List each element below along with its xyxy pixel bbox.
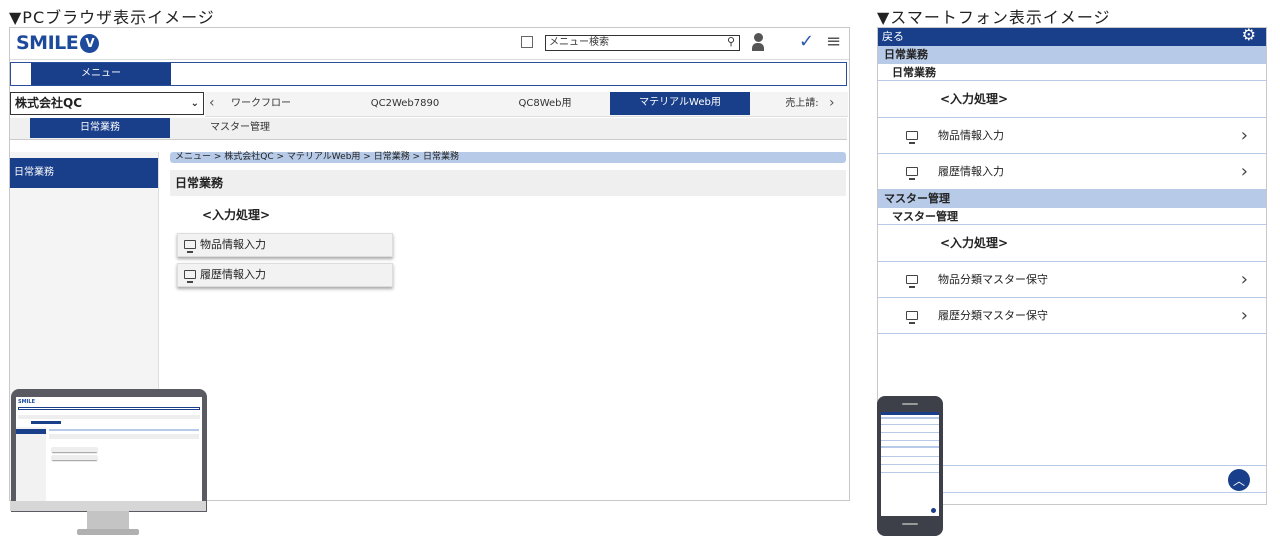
- search-icon[interactable]: ⚲: [727, 35, 735, 49]
- item-info-input-button[interactable]: 物品情報入力: [177, 233, 393, 257]
- sp-item-info-input[interactable]: 物品情報入力 ›: [878, 118, 1266, 154]
- sp-group-title: <入力処理>: [878, 225, 1266, 262]
- sp-section-daily: 日常業務 日常業務 <入力処理> 物品情報入力 › 履歴情報入力 ›: [878, 46, 1266, 190]
- chevron-right-icon: ›: [1240, 161, 1248, 182]
- menu-button[interactable]: メニュー: [31, 63, 171, 85]
- smile-logo[interactable]: SMILE V: [16, 32, 100, 54]
- sp-item-history-input[interactable]: 履歴情報入力 ›: [878, 154, 1266, 190]
- tab-bar: ‹ ワークフロー QC2Web7890 QC8Web用 マテリアルWeb用 売上…: [205, 92, 848, 117]
- monitor-icon: [184, 240, 196, 253]
- page-title: 日常業務: [170, 170, 846, 196]
- check-badge-icon[interactable]: ✓: [799, 31, 814, 52]
- pc-caption: ▼PCブラウザ表示イメージ: [9, 8, 215, 27]
- gear-icon[interactable]: ⚙: [1242, 26, 1256, 44]
- history-info-input-button[interactable]: 履歴情報入力: [177, 263, 393, 287]
- subtab-bar: 日常業務 マスター管理: [10, 118, 847, 140]
- chevron-right-icon[interactable]: ›: [829, 95, 835, 111]
- pc-header: SMILE V メニュー検索 ⚲ ✓ ≡: [10, 28, 849, 60]
- user-icon[interactable]: [752, 33, 764, 53]
- monitor-foot: [77, 529, 139, 535]
- sp-item-history-category-master[interactable]: 履歴分類マスター保守 ›: [878, 298, 1266, 334]
- tab-qc2web7890[interactable]: QC2Web7890: [355, 93, 455, 115]
- sp-group-title: <入力処理>: [878, 81, 1266, 118]
- phone-screen-thumbnail: [881, 412, 939, 516]
- menu-search-input[interactable]: メニュー検索 ⚲: [545, 35, 740, 51]
- monitor-icon: [906, 131, 918, 144]
- hamburger-menu-icon[interactable]: ≡: [826, 31, 841, 52]
- monitor-icon: [906, 275, 918, 288]
- group-title: <入力処理>: [202, 208, 271, 222]
- sp-item-item-category-master[interactable]: 物品分類マスター保守 ›: [878, 262, 1266, 298]
- layout-icon[interactable]: [521, 36, 533, 48]
- pc-browser-frame: SMILE V メニュー検索 ⚲ ✓ ≡ メニュー 株式会社QC ⌄ ‹ ワークフロー…: [9, 27, 850, 512]
- menu-bar: メニュー: [10, 62, 847, 86]
- sp-section-title: 日常業務: [878, 46, 1266, 64]
- breadcrumb: メニュー > 株式会社QC > マテリアルWeb用 > 日常業務 > 日常業務: [170, 152, 846, 163]
- scroll-top-button[interactable]: ︿: [1228, 469, 1250, 491]
- monitor-illustration: SMILE: [11, 389, 207, 512]
- phone-illustration: [877, 396, 943, 536]
- sidebar-item-daily[interactable]: 日常業務: [10, 158, 158, 188]
- chevron-right-icon: ›: [1240, 305, 1248, 326]
- monitor-bezel-bottom: [10, 501, 206, 511]
- chevron-right-icon: ›: [1240, 269, 1248, 290]
- subtab-daily[interactable]: 日常業務: [30, 118, 170, 138]
- company-select[interactable]: 株式会社QC ⌄: [10, 92, 204, 115]
- monitor-stand: [87, 511, 129, 530]
- chevron-down-icon: ⌄: [190, 98, 199, 109]
- sp-section-master: マスター管理 マスター管理 <入力処理> 物品分類マスター保守 › 履歴分類マスタ…: [878, 190, 1266, 334]
- back-link[interactable]: 戻る: [882, 30, 904, 43]
- tab-workflow[interactable]: ワークフロー: [221, 93, 301, 115]
- sp-header: 戻る ⚙: [878, 26, 1266, 46]
- monitor-icon: [184, 270, 196, 283]
- monitor-screen-thumbnail: SMILE: [16, 397, 202, 505]
- sp-subsection-title: マスター管理: [878, 208, 1266, 225]
- monitor-icon: [906, 311, 918, 324]
- monitor-icon: [906, 167, 918, 180]
- sp-subsection-title: 日常業務: [878, 64, 1266, 81]
- subtab-master[interactable]: マスター管理: [200, 118, 280, 138]
- tab-qc8web[interactable]: QC8Web用: [495, 93, 595, 115]
- tab-material-web[interactable]: マテリアルWeb用: [610, 92, 750, 115]
- sp-section-title: マスター管理: [878, 190, 1266, 208]
- chevron-right-icon: ›: [1240, 125, 1248, 146]
- sp-caption: ▼スマートフォン表示イメージ: [877, 8, 1111, 27]
- tab-sales[interactable]: 売上請:: [783, 93, 821, 115]
- chevron-left-icon[interactable]: ‹: [209, 95, 215, 111]
